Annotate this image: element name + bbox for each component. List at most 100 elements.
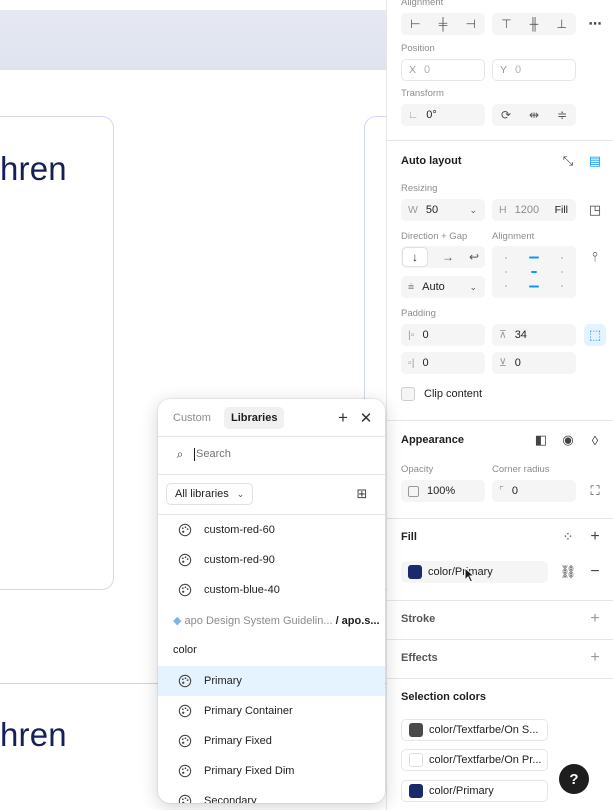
flip-vertical-icon[interactable]: ≑ [557, 108, 567, 122]
padding-left-field[interactable]: |▫ 0 [401, 324, 485, 346]
canvas-top-frame[interactable] [0, 10, 386, 70]
opacity-label: Opacity [401, 464, 434, 475]
palette-icon [178, 704, 192, 718]
list-item[interactable]: custom-red-90 [158, 545, 385, 575]
alignment-settings-icon[interactable]: ⫯ [584, 246, 606, 268]
list-item-label: Primary Fixed [204, 735, 272, 747]
padding-bottom-field[interactable]: ⊻ 0 [492, 352, 576, 374]
tab-custom[interactable]: Custom [166, 407, 218, 429]
direction-group: ↓ → ↩ [401, 246, 485, 268]
chevron-down-icon[interactable]: ⌄ [469, 205, 477, 216]
help-button[interactable]: ? [559, 764, 589, 794]
gap-value: Auto [422, 281, 445, 293]
palette-icon [178, 523, 192, 537]
library-breadcrumb[interactable]: ◆ apo Design System Guidelin... / apo.s.… [173, 614, 380, 627]
library-filter-dropdown[interactable]: All libraries ⌄ [166, 483, 254, 505]
selection-color-item[interactable]: color/Textfarbe/On S... [401, 719, 548, 741]
palette-icon [178, 583, 192, 597]
grid-view-icon[interactable]: ⊞ [351, 483, 373, 505]
text-caret [194, 448, 195, 461]
list-item[interactable]: Primary Container [158, 696, 385, 726]
opacity-field[interactable]: 100% [401, 480, 485, 502]
divider [387, 600, 613, 601]
list-item[interactable]: Primary Fixed Dim [158, 756, 385, 786]
resize-to-fit-icon[interactable]: ◳ [584, 199, 606, 221]
close-icon[interactable]: ✕ [355, 407, 377, 429]
independent-padding-icon[interactable]: ⬚ [584, 324, 606, 346]
add-fill-icon[interactable]: + [584, 526, 606, 548]
auto-layout-settings-icon[interactable]: ▤ [584, 150, 606, 172]
divider [387, 140, 613, 141]
selection-swatch [409, 784, 423, 798]
alignment-grid[interactable] [492, 246, 576, 298]
padding-bottom-value: 0 [514, 357, 521, 369]
y-value: 0 [515, 64, 522, 76]
list-item[interactable]: custom-red-60 [158, 515, 385, 545]
canvas-text-bottom[interactable]: hren [0, 716, 67, 754]
align-right-icon[interactable]: ⊣ [465, 17, 475, 31]
detach-style-icon[interactable]: ⛓ [557, 561, 579, 583]
align-top-icon[interactable]: ⊤ [501, 17, 511, 31]
list-item[interactable]: Primary Fixed [158, 726, 385, 756]
padding-right-field[interactable]: ▫| 0 [401, 352, 485, 374]
padding-left-icon: |▫ [408, 329, 415, 341]
align-left-icon[interactable]: ⊢ [410, 17, 420, 31]
w-value: 50 [425, 204, 439, 216]
align-center-h-icon[interactable]: ╪ [439, 17, 448, 31]
chevron-down-icon[interactable]: ⌄ [469, 282, 477, 293]
flip-horizontal-icon[interactable]: ⇹ [529, 108, 539, 122]
vertical-align-group: ⊤ ╫ ⊥ [492, 13, 576, 35]
direction-vertical-icon[interactable]: ↓ [403, 248, 427, 266]
fill-title: Fill [401, 531, 417, 543]
independent-corners-icon[interactable]: ⛶ [584, 480, 606, 502]
selection-color-name: color/Primary [429, 785, 494, 797]
divider [387, 420, 613, 421]
list-item-label: Primary Fixed Dim [204, 765, 295, 777]
remove-fill-icon[interactable]: − [584, 561, 606, 583]
list-item-label: Secondary [204, 795, 257, 803]
search-icon: ⌕ [176, 446, 184, 461]
direction-wrap-icon[interactable]: ↩ [469, 250, 479, 264]
y-position-field[interactable]: Y 0 [492, 59, 576, 81]
direction-horizontal-icon[interactable]: → [442, 250, 454, 264]
position-label: Position [401, 43, 435, 54]
styles-grid-icon[interactable]: ⁘ [557, 526, 579, 548]
padding-top-field[interactable]: ⊼ 34 [492, 324, 576, 346]
width-field[interactable]: W 50 ⌄ [401, 199, 485, 221]
x-position-field[interactable]: X 0 [401, 59, 485, 81]
w-prefix: W [408, 204, 418, 216]
selection-color-item[interactable]: color/Textfarbe/On Pr... [401, 749, 548, 771]
alignment-label: Alignment [401, 0, 444, 8]
stroke-title: Stroke [401, 613, 436, 625]
collapse-auto-layout-icon[interactable]: ⤡ [557, 150, 579, 172]
selection-colors-title: Selection colors [401, 691, 486, 703]
list-item[interactable]: custom-blue-40 [158, 575, 385, 605]
selection-color-item[interactable]: color/Primary [401, 780, 548, 802]
variable-mode-icon[interactable]: ◧ [530, 429, 552, 451]
blend-drop-icon[interactable]: ◊ [584, 429, 606, 451]
list-item[interactable]: Secondary [158, 786, 385, 803]
list-item-label: Primary Container [204, 705, 293, 717]
rotation-field[interactable]: ∟ 0° [401, 104, 485, 126]
align-middle-v-icon[interactable]: ╫ [530, 17, 539, 31]
corner-radius-field[interactable]: ⌜ 0 [492, 480, 576, 502]
list-item[interactable]: Primary [158, 666, 385, 696]
add-stroke-icon[interactable]: + [584, 608, 606, 630]
tab-libraries[interactable]: Libraries [224, 407, 285, 429]
more-align-icon[interactable]: ⋯ [584, 13, 606, 35]
add-effect-icon[interactable]: + [584, 647, 606, 669]
clip-content-checkbox[interactable] [401, 387, 415, 401]
opacity-icon [408, 485, 419, 497]
add-style-icon[interactable]: + [332, 407, 354, 429]
padding-label: Padding [401, 308, 436, 319]
x-prefix: X [409, 64, 417, 76]
align-bottom-icon[interactable]: ⊥ [556, 17, 566, 31]
gap-field[interactable]: ⩧ Auto ⌄ [401, 276, 485, 298]
canvas-text-top[interactable]: hren [0, 150, 67, 188]
rotate-icon[interactable]: ⟳ [501, 108, 511, 122]
height-field[interactable]: H 1200 Fill [492, 199, 576, 221]
effects-title: Effects [401, 652, 438, 664]
diamond-icon: ◆ [173, 615, 182, 627]
search-input[interactable] [196, 444, 366, 464]
eye-icon[interactable]: ◉ [557, 429, 579, 451]
